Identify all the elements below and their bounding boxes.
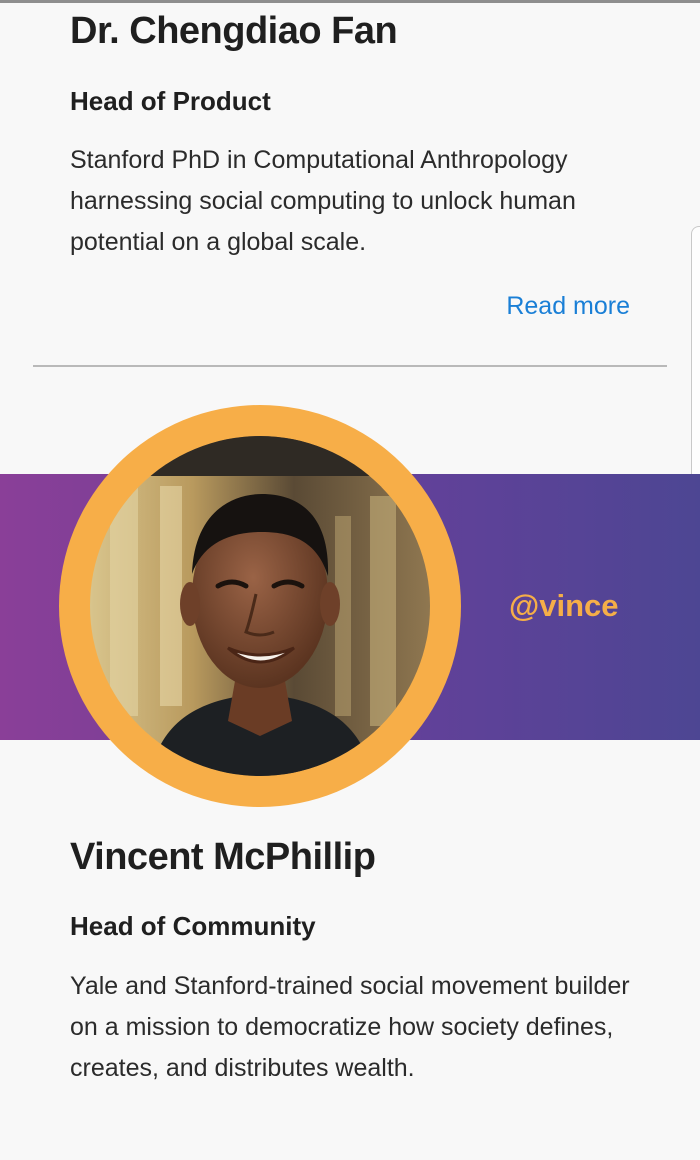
profile-name: Dr. Chengdiao Fan — [70, 10, 398, 52]
profile-handle: @vince — [509, 588, 619, 623]
profile-role: Head of Community — [70, 911, 316, 941]
profile-bio: Stanford PhD in Computational Anthropolo… — [70, 146, 576, 256]
profile-role: Head of Product — [70, 86, 271, 116]
scrollbar-thumb[interactable] — [691, 226, 700, 490]
avatar-ring — [59, 405, 461, 807]
read-more-link[interactable]: Read more — [506, 292, 630, 321]
profile-name: Vincent McPhillip — [70, 836, 376, 878]
section-divider — [33, 365, 667, 367]
top-edge-divider — [0, 0, 700, 3]
profile-bio: Yale and Stanford-trained social movemen… — [70, 972, 630, 1082]
avatar — [90, 436, 430, 776]
